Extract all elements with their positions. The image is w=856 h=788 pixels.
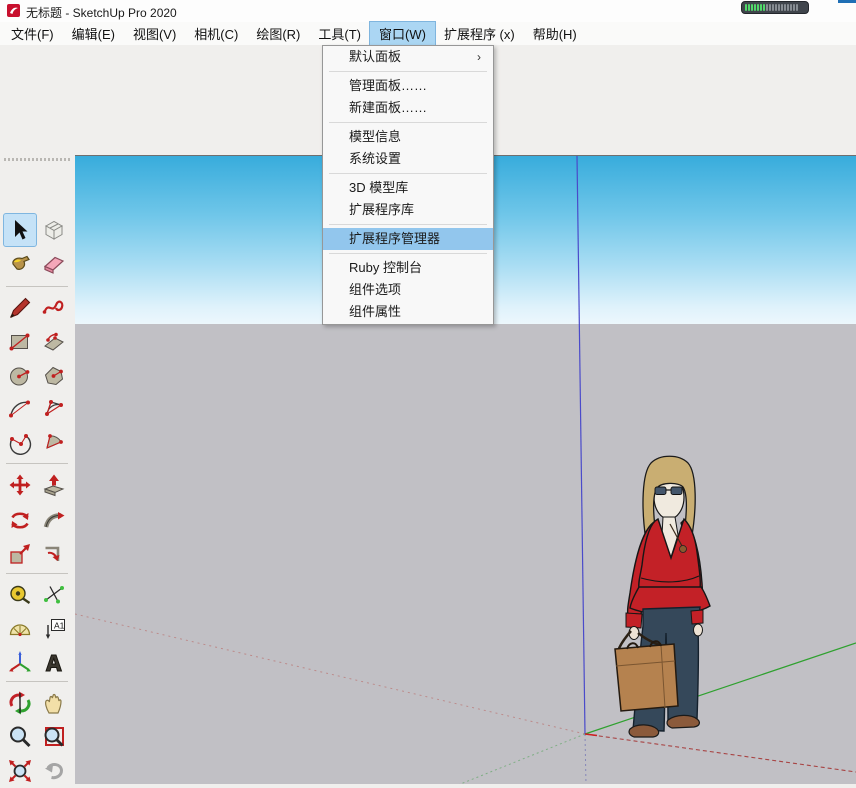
zoom-tool[interactable] [3,720,37,754]
polygon-tool[interactable] [37,359,71,393]
menu-bar: 文件(F) 编辑(E) 视图(V) 相机(C) 绘图(R) 工具(T) 窗口(W… [0,22,856,46]
menu-edit[interactable]: 编辑(E) [63,22,124,45]
menu-camera[interactable]: 相机(C) [185,22,247,45]
text-tool[interactable]: A1 [37,612,71,646]
menu-item-ruby-console[interactable]: Ruby 控制台 [323,257,493,279]
menu-item-3d-warehouse[interactable]: 3D 模型库 [323,177,493,199]
line-tool[interactable] [3,291,37,325]
palette-separator [6,463,68,464]
dimension-tool[interactable] [37,578,71,612]
make-component-tool[interactable] [37,213,71,247]
pan-tool[interactable] [37,686,71,720]
three-point-arc-tool[interactable] [3,425,37,459]
rectangle-tool[interactable] [3,325,37,359]
palette-separator [6,573,68,574]
freehand-tool[interactable] [37,291,71,325]
sketchup-logo-icon [7,4,20,17]
svg-text:A1: A1 [54,621,65,631]
volume-indicator-overlay [741,1,809,14]
menu-item-component-options[interactable]: 组件选项 [323,279,493,301]
menu-tools[interactable]: 工具(T) [309,22,370,45]
follow-me-tool[interactable] [37,503,71,537]
scale-tool[interactable] [3,537,37,571]
palette-separator [6,681,68,682]
pie-tool[interactable] [37,425,71,459]
orbit-tool[interactable] [3,686,37,720]
push-pull-tool[interactable] [37,468,71,502]
paint-bucket-tool[interactable] [3,247,37,281]
menu-item-preferences[interactable]: 系统设置 [323,148,493,170]
menu-help[interactable]: 帮助(H) [524,22,586,45]
arc-tool[interactable] [3,392,37,426]
corner-overlay [838,0,856,3]
two-point-arc-tool[interactable] [37,392,71,426]
person-figure [615,456,710,737]
menu-item-extension-manager[interactable]: 扩展程序管理器 [323,228,493,250]
zoom-window-tool[interactable] [37,720,71,754]
protractor-tool[interactable] [3,612,37,646]
zoom-extents-tool[interactable] [3,754,37,788]
circle-tool[interactable] [3,359,37,393]
axes-tool[interactable] [3,646,37,680]
palette-grip[interactable] [4,158,70,161]
menu-separator [329,253,487,254]
menu-separator [329,71,487,72]
select-tool[interactable] [3,213,37,247]
rotated-rectangle-tool[interactable] [37,325,71,359]
menu-separator [329,122,487,123]
menu-item-model-info[interactable]: 模型信息 [323,126,493,148]
3d-text-tool[interactable] [37,646,71,680]
window-menu-dropdown: 默认面板 › 管理面板…… 新建面板…… 模型信息 系统设置 3D 模型库 扩展… [322,45,494,325]
title-bar: 无标题 - SketchUp Pro 2020 [0,0,856,22]
offset-tool[interactable] [37,537,71,571]
menu-window[interactable]: 窗口(W) [370,22,435,45]
menu-item-new-tray[interactable]: 新建面板…… [323,97,493,119]
menu-file[interactable]: 文件(F) [2,22,63,45]
menu-item-component-attributes[interactable]: 组件属性 [323,301,493,323]
menu-item-default-tray[interactable]: 默认面板 › [323,46,493,68]
menu-item-manage-trays[interactable]: 管理面板…… [323,75,493,97]
large-tool-set: A1 [0,155,75,784]
palette-separator [6,286,68,287]
menu-extensions[interactable]: 扩展程序 (x) [435,22,524,45]
window-title: 无标题 - SketchUp Pro 2020 [26,4,177,21]
submenu-arrow-icon: › [477,46,481,68]
move-tool[interactable] [3,468,37,502]
rotate-tool[interactable] [3,503,37,537]
menu-draw[interactable]: 绘图(R) [247,22,309,45]
menu-item-extension-warehouse[interactable]: 扩展程序库 [323,199,493,221]
eraser-tool[interactable] [37,247,71,281]
previous-view-tool[interactable] [37,754,71,788]
tape-measure-tool[interactable] [3,578,37,612]
menu-view[interactable]: 视图(V) [124,22,185,45]
menu-separator [329,173,487,174]
menu-separator [329,224,487,225]
